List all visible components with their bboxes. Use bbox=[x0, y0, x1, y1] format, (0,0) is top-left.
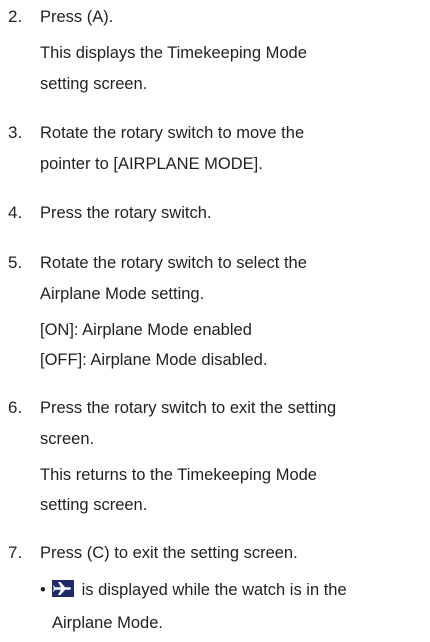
step-number: 4. bbox=[8, 203, 23, 222]
step-5-note-line-1: [ON]: Airplane Mode enabled bbox=[40, 321, 252, 339]
step-text-line-1: Rotate the rotary switch to select the bbox=[40, 254, 307, 272]
step-number: 5. bbox=[8, 253, 23, 272]
step-text: Press (A). bbox=[40, 8, 114, 26]
step-2-note-line-1: This displays the Timekeeping Mode bbox=[40, 44, 307, 62]
bullet-item: • is displayed while the watch is in the bbox=[40, 575, 425, 605]
step-3-text-line-2: pointer to [AIRPLANE MODE]. bbox=[40, 155, 263, 173]
step-text-line-1: Rotate the rotary switch to move the bbox=[40, 124, 305, 142]
step-6-note-line-1: This returns to the Timekeeping Mode bbox=[40, 466, 317, 484]
bullet-text-line-2: Airplane Mode. bbox=[52, 614, 163, 632]
step-text: Press (C) to exit the setting screen. bbox=[40, 544, 298, 562]
bullet-dot: • bbox=[40, 581, 46, 599]
step-2-note-line-2: setting screen. bbox=[40, 75, 148, 93]
step-5-text-line-2: Airplane Mode setting. bbox=[40, 285, 205, 303]
step-text-line-1: Press the rotary switch to exit the sett… bbox=[40, 399, 337, 417]
step-number: 7. bbox=[8, 543, 23, 562]
step-text: Press the rotary switch. bbox=[40, 204, 212, 222]
step-number: 2. bbox=[8, 7, 23, 26]
airplane-icon bbox=[52, 580, 74, 597]
step-number: 3. bbox=[8, 123, 23, 142]
step-number: 6. bbox=[8, 398, 23, 417]
step-5-note-line-2: [OFF]: Airplane Mode disabled. bbox=[40, 351, 268, 369]
step-6-note-line-2: setting screen. bbox=[40, 496, 148, 514]
bullet-text-line-1: is displayed while the watch is in the bbox=[77, 581, 347, 599]
step-6-text-line-2: screen. bbox=[40, 430, 95, 448]
